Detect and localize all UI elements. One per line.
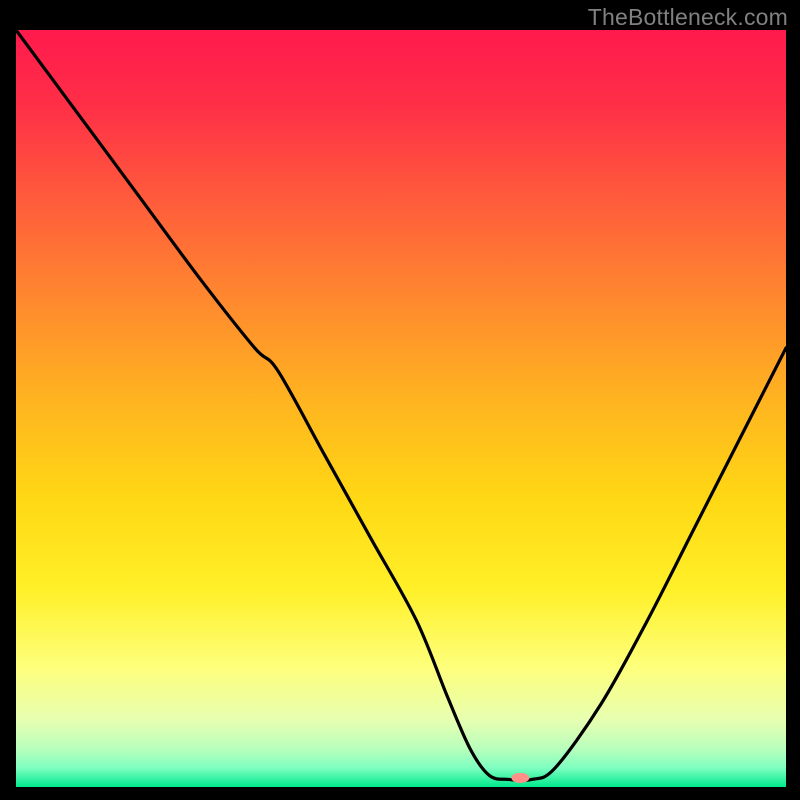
watermark-label: TheBottleneck.com (588, 4, 788, 31)
chart-background (16, 30, 786, 787)
chart-frame: TheBottleneck.com (0, 0, 800, 800)
plot-area (16, 30, 786, 787)
optimal-point-marker (511, 773, 529, 783)
bottleneck-chart (16, 30, 786, 787)
